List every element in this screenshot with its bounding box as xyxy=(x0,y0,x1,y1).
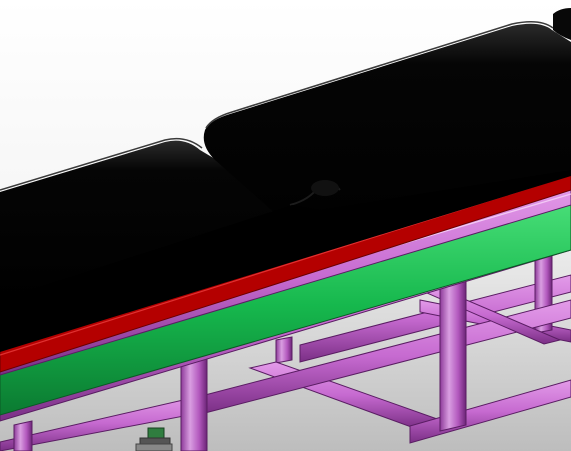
cad-viewport[interactable] xyxy=(0,0,571,451)
3d-model-render[interactable] xyxy=(0,0,571,451)
